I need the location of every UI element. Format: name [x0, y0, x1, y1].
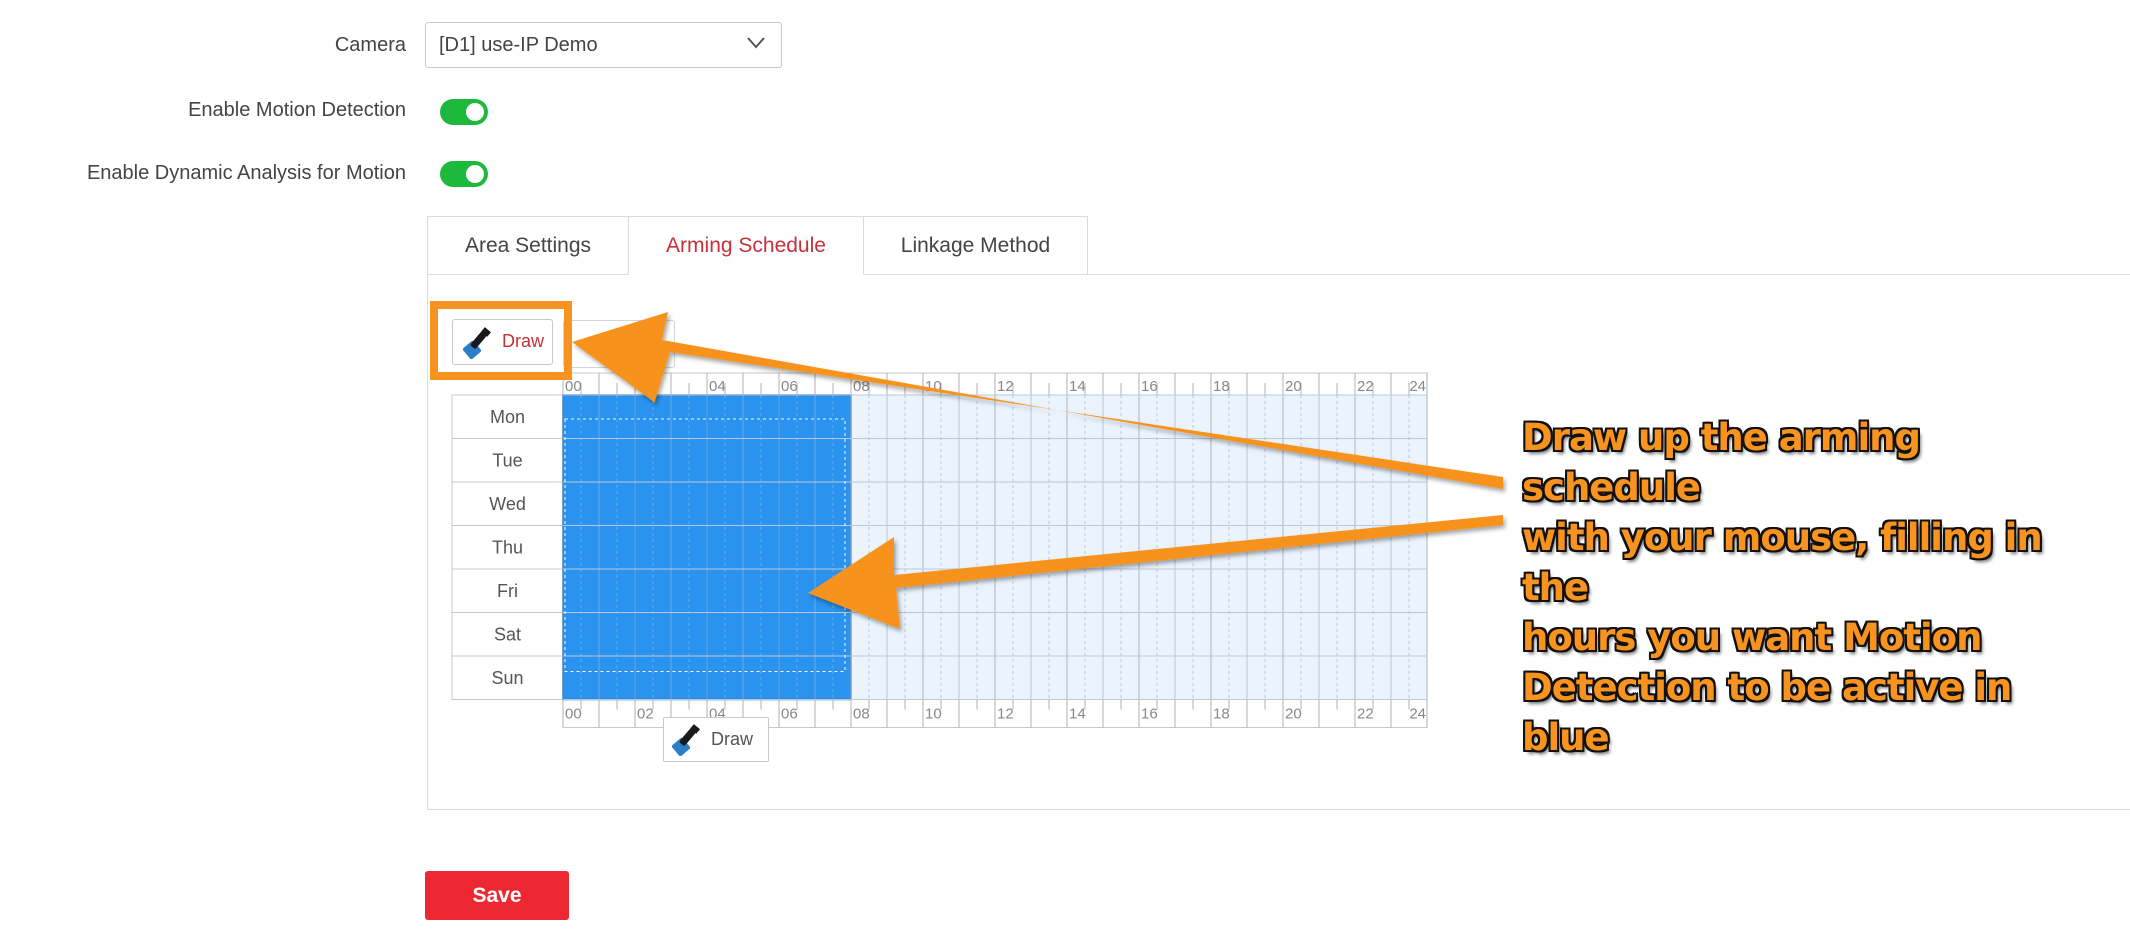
annotation-line: Detection to be active in blue — [1522, 666, 2012, 759]
arrow-to-draw-button — [572, 312, 1503, 489]
annotation-line: Draw up the arming schedule — [1522, 416, 1921, 509]
annotation-line: hours you want Motion — [1522, 616, 1982, 659]
arrow-to-schedule-grid — [808, 515, 1503, 629]
annotation-text: Draw up the arming schedule with your mo… — [1522, 413, 2082, 763]
annotation-line: with your mouse, filling in the — [1522, 516, 2043, 609]
